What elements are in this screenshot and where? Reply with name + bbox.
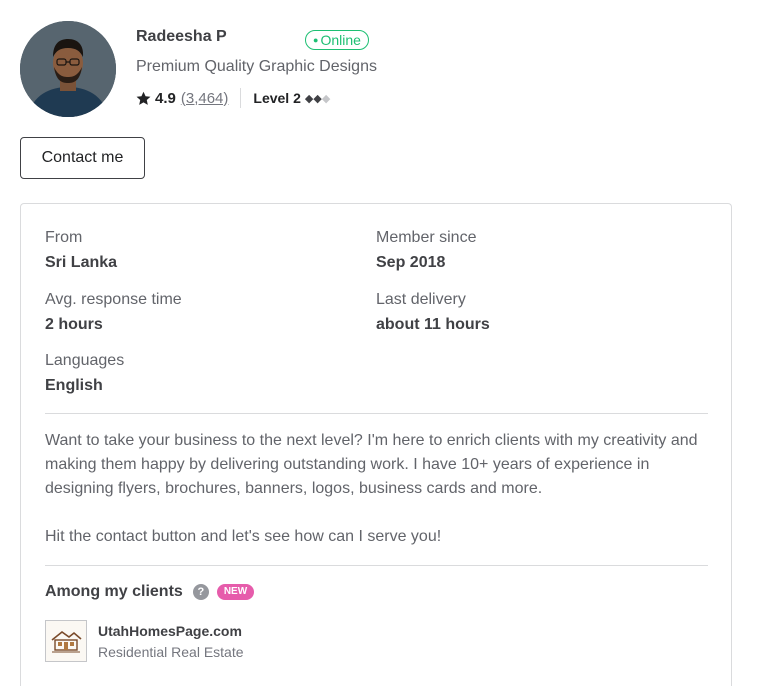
client-text: UtahHomesPage.com Residential Real Estat… <box>98 623 244 660</box>
clients-title: Among my clients <box>45 583 183 600</box>
house-logo-icon <box>45 620 87 662</box>
help-icon[interactable]: ? <box>192 584 209 600</box>
stat-member-since: Member since Sep 2018 <box>376 229 476 272</box>
seller-level: Level 2 ◆◆◆ <box>253 90 330 106</box>
review-count[interactable]: (3,464) <box>181 90 229 107</box>
divider <box>45 565 708 566</box>
divider <box>45 413 708 414</box>
stat-languages: Languages English <box>45 352 124 395</box>
review-count-link[interactable]: (3,464) <box>181 90 229 107</box>
clients-header: Among my clients ? NEW <box>45 582 255 602</box>
stat-value: English <box>45 377 103 394</box>
description-paragraph: Hit the contact button and let's see how… <box>45 528 442 545</box>
client-item[interactable]: UtahHomesPage.com Residential Real Estat… <box>45 620 244 662</box>
stat-response-time: Avg. response time 2 hours <box>45 291 182 334</box>
stat-value: 2 hours <box>45 316 103 333</box>
stat-value: Sep 2018 <box>376 254 446 271</box>
rating-score: 4.9 <box>155 89 176 107</box>
stat-label: Last delivery <box>376 291 466 308</box>
seller-description: Want to take your business to the next l… <box>45 429 715 549</box>
status-badge: ● Online <box>305 30 369 50</box>
stat-value: Sri Lanka <box>45 254 118 271</box>
level-label: Level 2 <box>253 90 301 106</box>
client-type: Residential Real Estate <box>98 643 244 660</box>
seller-tagline: Premium Quality Graphic Designs <box>136 58 377 75</box>
seller-info-card: From Sri Lanka Member since Sep 2018 Avg… <box>20 203 732 686</box>
stat-value: about 11 hours <box>376 316 490 333</box>
stat-label: From <box>45 229 83 246</box>
status-text: Online <box>320 32 361 48</box>
diamond-filled-icon: ◆ <box>313 92 322 105</box>
seller-name[interactable]: Radeesha P <box>136 28 227 46</box>
stat-label: Member since <box>376 229 477 246</box>
stat-label: Languages <box>45 352 125 369</box>
online-dot-icon: ● <box>313 35 319 46</box>
diamond-empty-icon: ◆ <box>321 92 331 105</box>
level-diamonds-icon: ◆◆◆ <box>305 92 330 105</box>
stat-label: Avg. response time <box>45 291 182 308</box>
star-icon <box>136 91 151 105</box>
rating-row: 4.9 (3,464) Level 2 ◆◆◆ <box>136 88 330 108</box>
contact-me-button[interactable]: Contact me <box>20 137 145 179</box>
client-name: UtahHomesPage.com <box>98 622 242 639</box>
avatar[interactable] <box>20 21 116 117</box>
stat-from: From Sri Lanka <box>45 229 117 272</box>
seller-profile-page: Radeesha P ● Online Premium Quality Graph… <box>0 0 783 686</box>
new-badge: NEW <box>216 584 255 600</box>
divider <box>240 88 242 108</box>
description-paragraph: Want to take your business to the next l… <box>45 432 698 497</box>
stat-last-delivery: Last delivery about 11 hours <box>376 291 490 334</box>
